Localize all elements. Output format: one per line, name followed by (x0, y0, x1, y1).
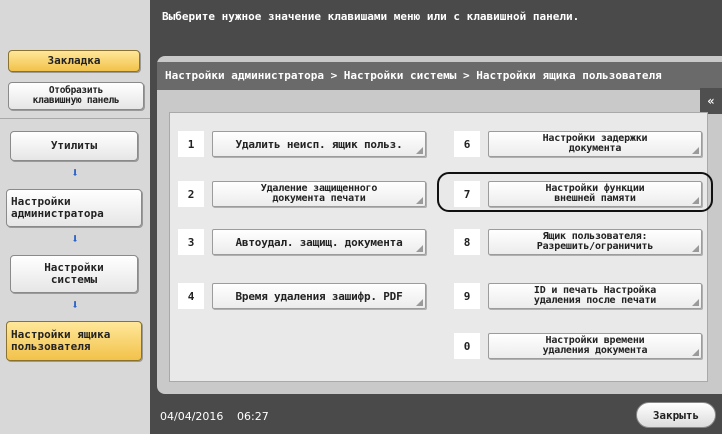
option-number: 0 (454, 333, 480, 359)
close-button[interactable]: Закрыть (636, 402, 716, 428)
option-number: 3 (178, 229, 204, 255)
arrow-down-icon: ⬇ (71, 232, 79, 247)
sidebar-item-system-settings[interactable]: Настройки системы (10, 255, 138, 293)
instruction-message: Выберите нужное значение клавишами меню … (162, 10, 580, 23)
option-number: 9 (454, 283, 480, 309)
arrow-down-icon: ⬇ (71, 298, 79, 313)
option-pdf-delete-time-button[interactable]: Время удаления зашифр. PDF (212, 283, 426, 309)
option-label: Настройки функции внешней памяти (545, 183, 645, 204)
option-number: 7 (454, 181, 480, 207)
option-document-hold-button[interactable]: Настройки задержки документа (488, 131, 702, 157)
option-number: 1 (178, 131, 204, 157)
show-keypad-button[interactable]: Отобразить клавишную панель (8, 82, 144, 110)
sidebar-item-admin-settings[interactable]: Настройки администратора (6, 189, 142, 227)
sidebar-divider (0, 118, 150, 119)
option-label: Удаление защищенного документа печати (260, 183, 378, 204)
option-label: Время удаления зашифр. PDF (235, 289, 403, 303)
footer-date: 04/04/2016 (160, 410, 224, 423)
option-delete-secure-print-button[interactable]: Удаление защищенного документа печати (212, 181, 426, 207)
option-label: Удалить неисп. ящик польз. (235, 137, 403, 151)
sidebar-item-user-box-settings[interactable]: Настройки ящика пользователя (6, 321, 142, 361)
option-id-print-delete-button[interactable]: ID и печать Настройка удаления после печ… (488, 283, 702, 309)
option-user-box-permit-button[interactable]: Ящик пользователя: Разрешить/ограничить (488, 229, 702, 255)
option-document-delete-time-button[interactable]: Настройки времени удаления документа (488, 333, 702, 359)
option-label: Настройки времени удаления документа (542, 335, 648, 356)
option-label: ID и печать Настройка удаления после печ… (533, 285, 657, 306)
option-label: Ящик пользователя: Разрешить/ограничить (536, 231, 654, 252)
arrow-down-icon: ⬇ (71, 166, 79, 181)
option-number: 4 (178, 283, 204, 309)
sidebar-item-utilities[interactable]: Утилиты (10, 131, 138, 161)
option-label: Настройки задержки документа (542, 133, 648, 154)
option-number: 6 (454, 131, 480, 157)
bookmark-button[interactable]: Закладка (8, 50, 140, 72)
option-number: 2 (178, 181, 204, 207)
collapse-panel-icon[interactable]: « (700, 88, 722, 114)
option-auto-delete-secure-doc-button[interactable]: Автоудал. защищ. документа (212, 229, 426, 255)
footer-time: 06:27 (237, 410, 269, 423)
breadcrumb: Настройки администратора > Настройки сис… (157, 62, 722, 90)
option-delete-unused-box-button[interactable]: Удалить неисп. ящик польз. (212, 131, 426, 157)
option-label: Автоудал. защищ. документа (235, 235, 403, 249)
option-external-memory-button[interactable]: Настройки функции внешней памяти (488, 181, 702, 207)
option-number: 8 (454, 229, 480, 255)
